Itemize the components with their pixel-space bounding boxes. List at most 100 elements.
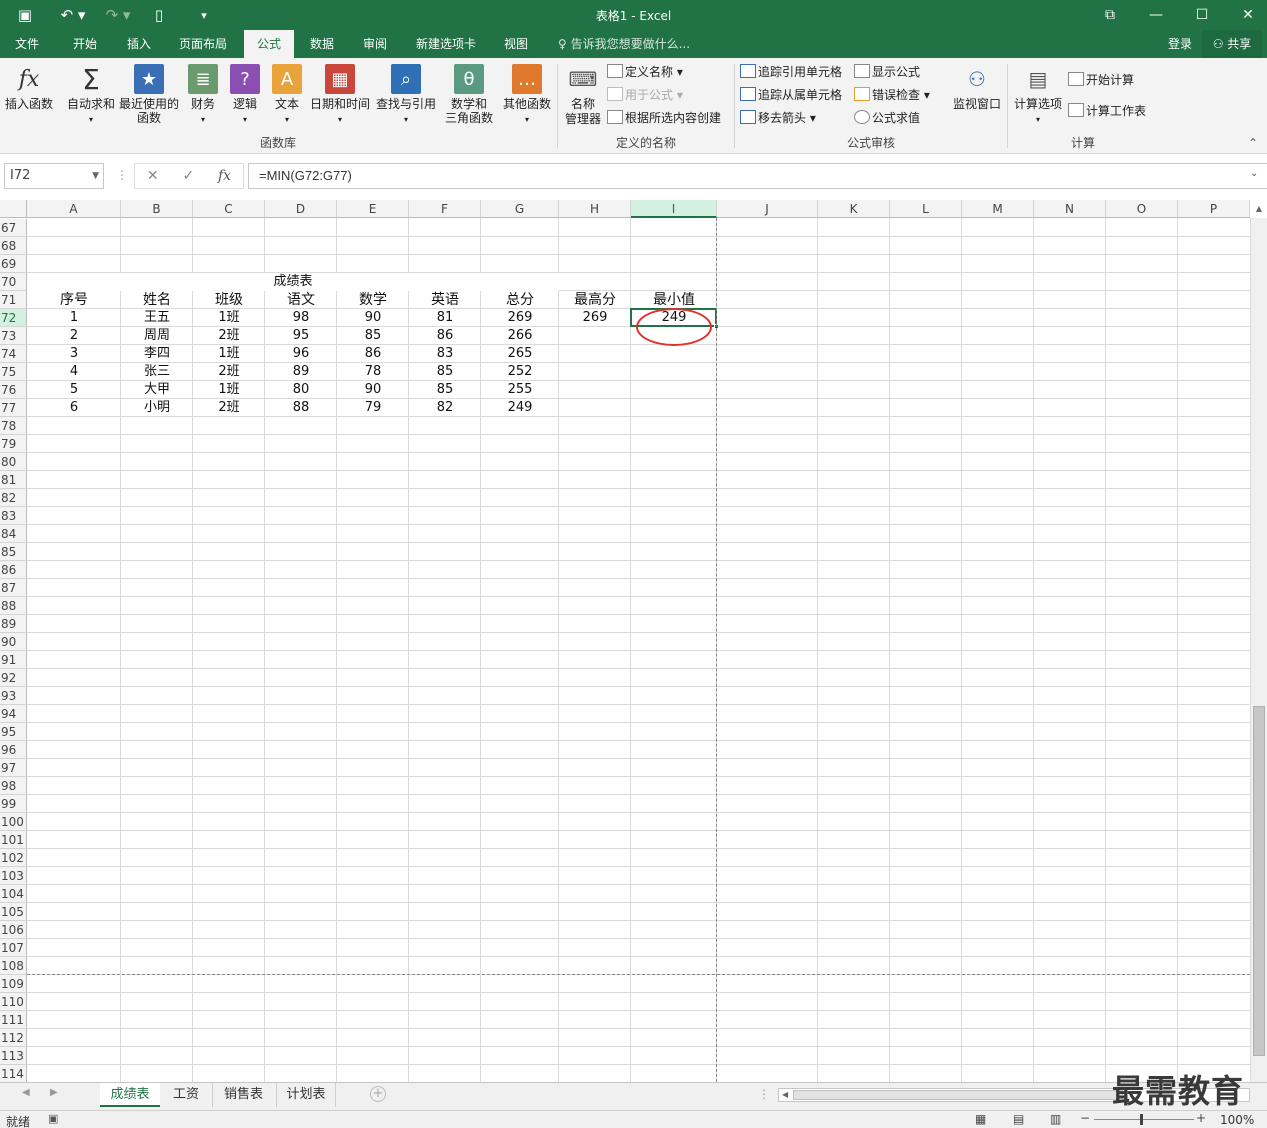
row-header-107[interactable]: 107 <box>0 939 27 957</box>
column-header-j[interactable]: J <box>717 200 818 218</box>
row-header-81[interactable]: 81 <box>0 471 27 489</box>
name-manager-button[interactable]: ⌨ 名称 管理器 <box>562 62 604 136</box>
insert-function-button[interactable]: fx 插入函数 <box>2 62 56 136</box>
name-box[interactable]: I72 ▼ <box>4 163 104 189</box>
row-header-100[interactable]: 100 <box>0 813 27 831</box>
data-cell[interactable]: 2 <box>27 327 121 345</box>
date-time-button[interactable]: ▦ 日期和时间 ▾ <box>308 62 372 136</box>
column-header-e[interactable]: E <box>337 200 409 218</box>
data-cell[interactable]: 266 <box>481 327 559 345</box>
column-header-p[interactable]: P <box>1178 200 1250 218</box>
data-cell[interactable]: 大甲 <box>121 381 193 399</box>
share-button[interactable]: ⚇ 共享 <box>1202 30 1262 58</box>
data-cell[interactable]: 周周 <box>121 327 193 345</box>
autosum-button[interactable]: Σ 自动求和 ▾ <box>64 62 118 136</box>
data-cell[interactable]: 265 <box>481 345 559 363</box>
page-layout-view-icon[interactable]: ▤ <box>1013 1112 1024 1126</box>
prev-sheet-icon[interactable]: ◀ <box>22 1087 30 1098</box>
zoom-out-icon[interactable]: − <box>1080 1111 1090 1125</box>
signin-link[interactable]: 登录 <box>1160 30 1200 58</box>
data-cell[interactable]: 81 <box>409 309 481 327</box>
vertical-scroll-thumb[interactable] <box>1253 706 1265 1056</box>
data-cell[interactable]: 85 <box>337 327 409 345</box>
row-header-71[interactable]: 71 <box>0 291 27 309</box>
page-break-view-icon[interactable]: ▥ <box>1050 1112 1061 1126</box>
row-header-76[interactable]: 76 <box>0 381 27 399</box>
header-cell[interactable]: 最高分 <box>559 291 631 309</box>
logical-button[interactable]: ? 逻辑 ▾ <box>228 62 262 136</box>
math-trig-button[interactable]: θ 数学和 三角函数 <box>438 62 500 136</box>
macro-record-icon[interactable]: ▣ <box>48 1112 58 1125</box>
remove-arrows-button[interactable]: 移去箭头 ▾ <box>740 108 816 128</box>
data-cell[interactable]: 1班 <box>193 345 265 363</box>
close-icon[interactable]: ✕ <box>1225 0 1267 30</box>
header-cell[interactable]: 英语 <box>409 291 481 309</box>
column-header-i[interactable]: I <box>631 200 717 218</box>
row-header-113[interactable]: 113 <box>0 1047 27 1065</box>
row-header-67[interactable]: 67 <box>0 219 27 237</box>
trace-dependents-button[interactable]: 追踪从属单元格 <box>740 85 842 105</box>
row-header-93[interactable]: 93 <box>0 687 27 705</box>
row-header-91[interactable]: 91 <box>0 651 27 669</box>
row-header-111[interactable]: 111 <box>0 1011 27 1029</box>
zoom-level[interactable]: 100% <box>1220 1113 1254 1127</box>
formula-input[interactable]: =MIN(G72:G77) <box>248 163 1267 189</box>
row-header-108[interactable]: 108 <box>0 957 27 975</box>
scroll-up-icon[interactable]: ▲ <box>1251 204 1267 218</box>
data-cell[interactable]: 90 <box>337 381 409 399</box>
row-header-103[interactable]: 103 <box>0 867 27 885</box>
zoom-in-icon[interactable]: + <box>1196 1111 1206 1125</box>
tab-page-layout[interactable]: 页面布局 <box>170 30 236 58</box>
row-header-73[interactable]: 73 <box>0 327 27 345</box>
row-header-97[interactable]: 97 <box>0 759 27 777</box>
tell-me-search[interactable]: ♀ 告诉我您想要做什么... <box>558 30 690 58</box>
data-cell[interactable]: 王五 <box>121 309 193 327</box>
row-header-95[interactable]: 95 <box>0 723 27 741</box>
define-name-button[interactable]: 定义名称 ▾ <box>607 62 683 82</box>
header-cell[interactable]: 数学 <box>337 291 409 309</box>
column-header-o[interactable]: O <box>1106 200 1178 218</box>
data-cell[interactable]: 1班 <box>193 309 265 327</box>
row-header-102[interactable]: 102 <box>0 849 27 867</box>
collapse-ribbon-icon[interactable]: ⌃ <box>1248 136 1258 150</box>
cancel-icon[interactable]: ✕ <box>147 168 159 184</box>
row-header-86[interactable]: 86 <box>0 561 27 579</box>
horizontal-scroll-thumb[interactable] <box>793 1090 1123 1100</box>
tab-review[interactable]: 审阅 <box>352 30 398 58</box>
select-all-corner[interactable] <box>0 200 27 218</box>
data-cell[interactable]: 82 <box>409 399 481 417</box>
row-header-77[interactable]: 77 <box>0 399 27 417</box>
data-cell[interactable]: 张三 <box>121 363 193 381</box>
column-header-c[interactable]: C <box>193 200 265 218</box>
row-header-90[interactable]: 90 <box>0 633 27 651</box>
tab-formulas[interactable]: 公式 <box>244 30 294 58</box>
minimize-icon[interactable]: — <box>1133 0 1179 30</box>
data-cell[interactable]: 3 <box>27 345 121 363</box>
tab-insert[interactable]: 插入 <box>116 30 162 58</box>
data-cell[interactable]: 80 <box>265 381 337 399</box>
row-header-104[interactable]: 104 <box>0 885 27 903</box>
tab-split-handle-icon[interactable]: ⋮ <box>758 1087 770 1101</box>
data-cell[interactable]: 78 <box>337 363 409 381</box>
row-header-109[interactable]: 109 <box>0 975 27 993</box>
error-checking-button[interactable]: 错误检查 ▾ <box>854 85 930 105</box>
tab-new-tab[interactable]: 新建选项卡 <box>406 30 486 58</box>
header-cell[interactable]: 总分 <box>481 291 559 309</box>
row-header-92[interactable]: 92 <box>0 669 27 687</box>
row-header-101[interactable]: 101 <box>0 831 27 849</box>
row-header-112[interactable]: 112 <box>0 1029 27 1047</box>
data-cell[interactable]: 83 <box>409 345 481 363</box>
data-cell[interactable]: 85 <box>409 363 481 381</box>
row-header-99[interactable]: 99 <box>0 795 27 813</box>
calculate-sheet-button[interactable]: 计算工作表 <box>1068 101 1146 121</box>
data-cell[interactable]: 249 <box>481 399 559 417</box>
row-header-70[interactable]: 70 <box>0 273 27 291</box>
zoom-slider[interactable] <box>1094 1119 1194 1120</box>
header-cell[interactable]: 最小值 <box>631 291 717 309</box>
header-cell[interactable]: 语文 <box>265 291 337 309</box>
column-header-m[interactable]: M <box>962 200 1034 218</box>
vertical-scrollbar[interactable]: ▲ <box>1250 204 1267 1082</box>
evaluate-formula-button[interactable]: 公式求值 <box>854 108 920 128</box>
data-cell[interactable]: 4 <box>27 363 121 381</box>
sheet-tab-sales[interactable]: 销售表 <box>212 1083 274 1107</box>
